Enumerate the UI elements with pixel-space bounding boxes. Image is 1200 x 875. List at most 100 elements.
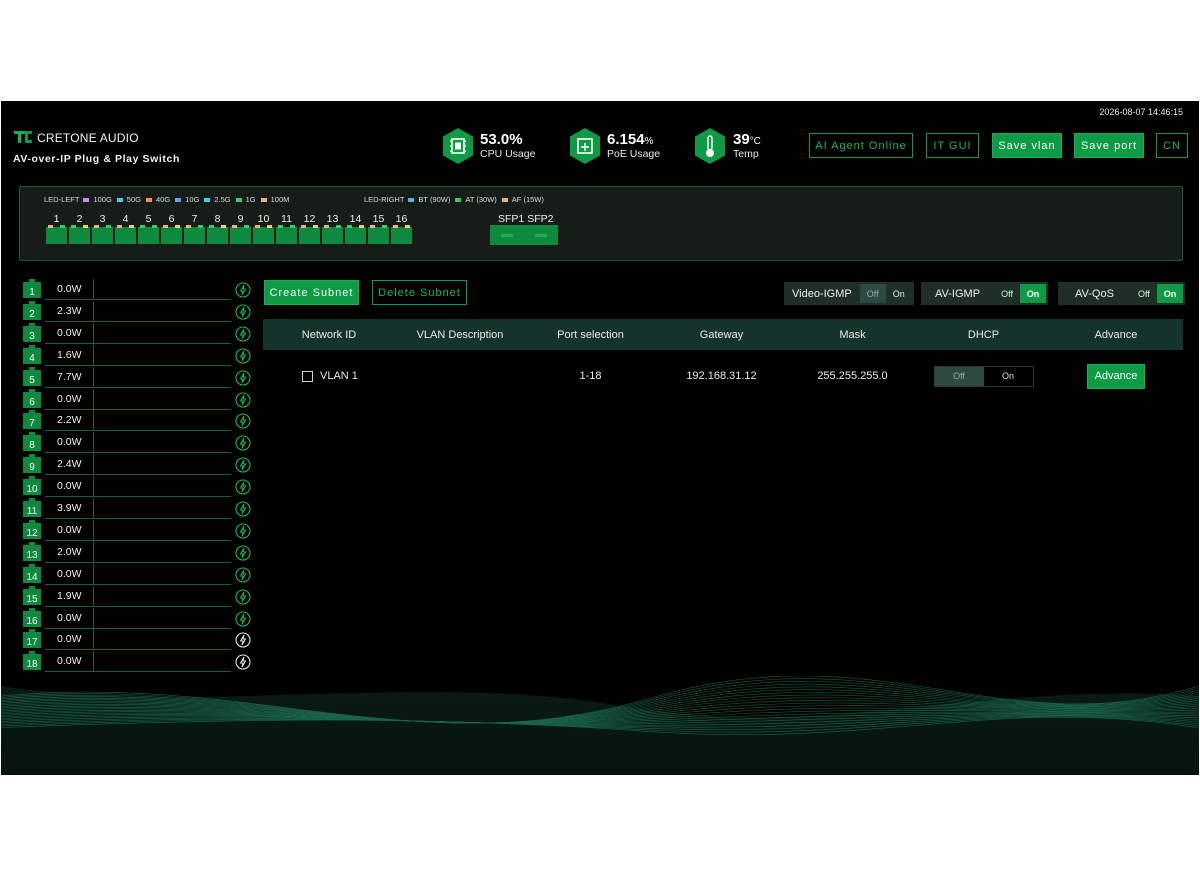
mask-value[interactable]: 255.255.255.0 — [787, 370, 918, 382]
delete-subnet-button[interactable]: Delete Subnet — [372, 280, 467, 305]
save-port-button[interactable]: Save port — [1074, 133, 1144, 158]
power-bolt-icon[interactable] — [235, 457, 251, 473]
av-igmp-on[interactable]: On — [1020, 284, 1047, 303]
switch-port-icon[interactable] — [345, 225, 366, 244]
led-left-indicator — [163, 225, 168, 228]
dhcp-off[interactable]: Off — [934, 366, 984, 386]
power-bolt-icon[interactable] — [235, 348, 251, 364]
power-bolt-icon[interactable] — [235, 654, 251, 670]
led-left-legend-item: 2.5G — [204, 195, 231, 204]
save-vlan-button[interactable]: Save vlan — [992, 133, 1062, 158]
gateway-value[interactable]: 192.168.31.12 — [656, 370, 787, 382]
switch-port-icon[interactable] — [184, 225, 205, 244]
power-bolt-icon[interactable] — [235, 326, 251, 342]
it-gui-button[interactable]: IT GUI — [926, 133, 979, 158]
list-item[interactable]: 7 2.2W — [23, 410, 251, 432]
legend-label: 2.5G — [214, 195, 231, 204]
switch-port-icon[interactable] — [92, 225, 113, 244]
port-number: 10 — [257, 213, 270, 225]
list-item[interactable]: 13 2.0W — [23, 541, 251, 563]
power-bolt-icon[interactable] — [235, 479, 251, 495]
power-bolt-icon[interactable] — [235, 523, 251, 539]
row-divider — [45, 671, 231, 673]
video-igmp-on[interactable]: On — [886, 284, 912, 303]
power-bolt-icon[interactable] — [235, 501, 251, 517]
dhcp-on[interactable]: On — [984, 367, 1033, 386]
av-igmp-off[interactable]: Off — [994, 284, 1020, 303]
power-bolt-icon[interactable] — [235, 589, 251, 605]
power-bolt-icon[interactable] — [235, 413, 251, 429]
dhcp-toggle[interactable]: Off On — [933, 365, 1034, 387]
power-bolt-icon[interactable] — [235, 370, 251, 386]
list-item[interactable]: 15 1.9W — [23, 585, 251, 607]
power-bolt-icon[interactable] — [235, 610, 251, 627]
row-divider — [45, 408, 231, 410]
list-item[interactable]: 5 7.7W — [23, 366, 251, 388]
av-qos-off[interactable]: Off — [1131, 284, 1157, 303]
column-divider — [93, 607, 94, 629]
advance-button[interactable]: Advance — [1087, 363, 1145, 389]
ai-agent-button[interactable]: AI Agent Online — [809, 133, 913, 158]
switch-port-icon[interactable] — [161, 225, 182, 244]
power-bolt-icon[interactable] — [235, 391, 251, 408]
power-bolt-icon[interactable] — [235, 632, 251, 648]
led-right-indicator — [405, 225, 410, 228]
switch-port-icon[interactable] — [207, 225, 228, 244]
switch-port-icon[interactable] — [138, 225, 159, 244]
switch-port-icon[interactable] — [368, 225, 389, 244]
switch-port-icon[interactable] — [391, 225, 412, 244]
led-left-indicator — [94, 225, 99, 228]
power-bolt-icon[interactable] — [235, 282, 251, 298]
switch-port-icon[interactable] — [69, 225, 90, 244]
power-bolt-icon[interactable] — [235, 567, 251, 583]
av-qos-toggle[interactable]: AV-QoS Off On — [1058, 282, 1185, 305]
column-divider — [93, 651, 94, 673]
av-qos-on[interactable]: On — [1156, 284, 1183, 303]
list-item[interactable]: 12 0.0W — [23, 519, 251, 541]
led-left-indicator — [324, 225, 329, 228]
av-igmp-toggle[interactable]: AV-IGMP Off On — [921, 282, 1049, 305]
video-igmp-toggle[interactable]: Video-IGMP Off On — [784, 282, 914, 305]
list-item[interactable]: 11 3.9W — [23, 498, 251, 519]
switch-port-icon[interactable] — [46, 225, 67, 244]
list-item[interactable]: 3 0.0W — [23, 322, 251, 344]
video-igmp-label: Video-IGMP — [792, 287, 852, 300]
language-button[interactable]: CN — [1156, 133, 1188, 158]
legend-swatch — [260, 197, 267, 202]
port-badge: 3 — [23, 322, 41, 342]
port-selection-value[interactable]: 1-18 — [525, 370, 656, 382]
switch-port-icon[interactable] — [276, 225, 297, 244]
led-left-indicator — [140, 225, 145, 228]
row-checkbox[interactable] — [302, 370, 313, 382]
list-item[interactable]: 8 0.0W — [23, 432, 251, 454]
sfp-ports[interactable] — [490, 225, 558, 245]
list-item[interactable]: 9 2.4W — [23, 454, 251, 476]
list-item[interactable]: 10 0.0W — [23, 476, 251, 498]
power-bolt-icon[interactable] — [235, 435, 251, 451]
column-divider — [93, 563, 94, 585]
list-item[interactable]: 14 0.0W — [23, 563, 251, 585]
switch-port-icon[interactable] — [253, 225, 274, 244]
list-item[interactable]: 6 0.0W — [23, 388, 251, 410]
sfp1-port[interactable] — [501, 233, 513, 237]
list-item[interactable]: 2 2.3W — [23, 300, 251, 322]
switch-port-icon[interactable] — [230, 225, 251, 244]
vlan-table-header: Network ID VLAN Description Port selecti… — [263, 319, 1183, 350]
led-left-legend-item: 100G — [83, 195, 112, 204]
list-item[interactable]: 4 1.6W — [23, 344, 251, 366]
list-item[interactable]: 17 0.0W — [23, 629, 251, 651]
col-port-selection: Port selection — [557, 328, 624, 341]
sfp2-port[interactable] — [535, 233, 547, 237]
list-item[interactable]: 16 0.0W — [23, 607, 251, 629]
switch-port-icon[interactable] — [299, 225, 320, 244]
brand-subtitle: AV-over-IP Plug & Play Switch — [13, 153, 180, 165]
list-item[interactable]: 1 0.0W — [23, 279, 251, 300]
led-left-items: 100G 50G 40G 10G 2.5G 1G 100M — [83, 195, 289, 204]
create-subnet-button[interactable]: Create Subnet — [264, 280, 359, 305]
power-bolt-icon[interactable] — [235, 304, 251, 320]
video-igmp-off[interactable]: Off — [859, 284, 886, 303]
switch-port-icon[interactable] — [322, 225, 343, 244]
list-item[interactable]: 18 0.0W — [23, 651, 251, 673]
switch-port-icon[interactable] — [115, 225, 136, 244]
power-bolt-icon[interactable] — [235, 545, 251, 561]
